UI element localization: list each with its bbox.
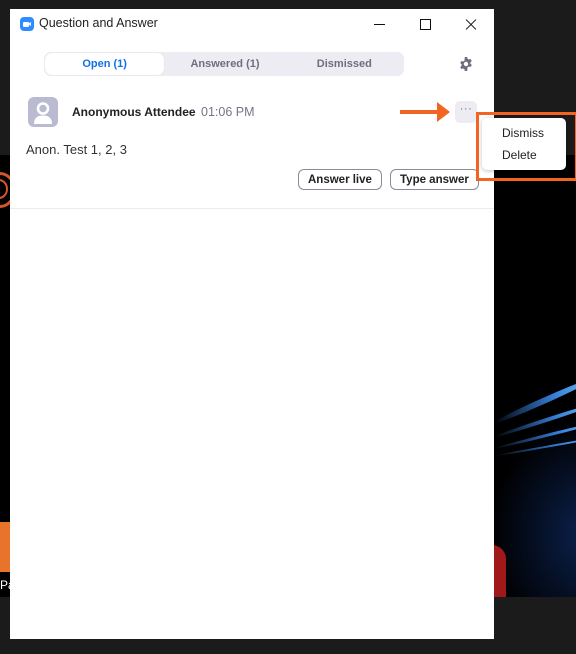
qa-tabs: Open (1) Answered (1) Dismissed	[44, 52, 404, 76]
minimize-icon	[373, 23, 385, 25]
tab-open[interactable]: Open (1)	[45, 53, 165, 75]
question-text: Anon. Test 1, 2, 3	[26, 142, 127, 157]
annotation-arrow-shaft	[400, 110, 438, 114]
question-time: 01:06 PM	[201, 105, 255, 119]
user-silhouette-icon	[34, 102, 52, 124]
close-button[interactable]	[448, 9, 494, 39]
close-icon	[465, 18, 477, 30]
title-bar[interactable]: Question and Answer	[10, 9, 494, 39]
tab-dismissed[interactable]: Dismissed	[285, 52, 404, 76]
avatar	[28, 97, 58, 127]
question-author: Anonymous Attendee	[72, 105, 196, 119]
settings-button[interactable]	[458, 56, 474, 72]
background-orange-button	[0, 522, 10, 572]
annotation-arrow-icon	[437, 102, 450, 122]
zoom-app-icon	[20, 17, 34, 31]
window-title: Question and Answer	[39, 16, 158, 30]
ellipsis-icon: ···	[459, 103, 473, 115]
maximize-icon	[419, 18, 431, 30]
maximize-button[interactable]	[402, 9, 448, 39]
gear-icon	[460, 57, 472, 71]
desktop-top-bar	[0, 0, 576, 9]
annotation-highlight-box	[476, 112, 576, 181]
type-answer-button[interactable]: Type answer	[390, 169, 479, 190]
question-divider	[10, 208, 494, 209]
minimize-button[interactable]	[356, 9, 402, 39]
more-options-button[interactable]: ···	[455, 101, 477, 123]
tab-answered[interactable]: Answered (1)	[165, 52, 284, 76]
answer-live-button[interactable]: Answer live	[298, 169, 382, 190]
qa-window: Question and Answer Open (1) Answered (1…	[10, 9, 494, 639]
